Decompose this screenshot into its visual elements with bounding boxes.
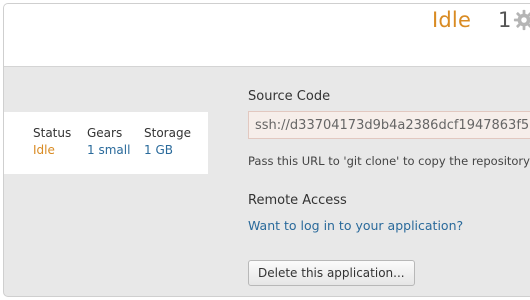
header-count: 1: [498, 8, 512, 32]
gears-column: Gears 1 small: [87, 126, 130, 157]
delete-application-button[interactable]: Delete this application...: [248, 260, 415, 286]
app-info-panel: Status Idle Gears 1 small Storage 1 GB: [4, 112, 208, 174]
header-status-text: Idle: [432, 8, 472, 32]
source-help-text: Pass this URL to 'git clone' to copy the…: [248, 154, 530, 168]
remote-access-heading: Remote Access: [248, 193, 347, 208]
source-url-field[interactable]: [248, 111, 530, 139]
application-card: Idle 1 Status Idle Gears 1 small Storage…: [3, 3, 530, 297]
card-header: Idle 1: [4, 4, 530, 67]
status-column: Status Idle: [33, 126, 71, 157]
storage-column: Storage 1 GB: [144, 126, 191, 157]
remote-access-link[interactable]: Want to log in to your application?: [248, 218, 463, 233]
status-value: Idle: [33, 143, 55, 157]
gears-value-link[interactable]: 1 small: [87, 143, 130, 157]
source-code-heading: Source Code: [248, 89, 331, 104]
gears-label: Gears: [87, 126, 123, 140]
storage-value-link[interactable]: 1 GB: [144, 143, 191, 157]
storage-label: Storage: [144, 126, 191, 140]
gear-icon[interactable]: [513, 9, 530, 31]
status-label: Status: [33, 126, 72, 140]
